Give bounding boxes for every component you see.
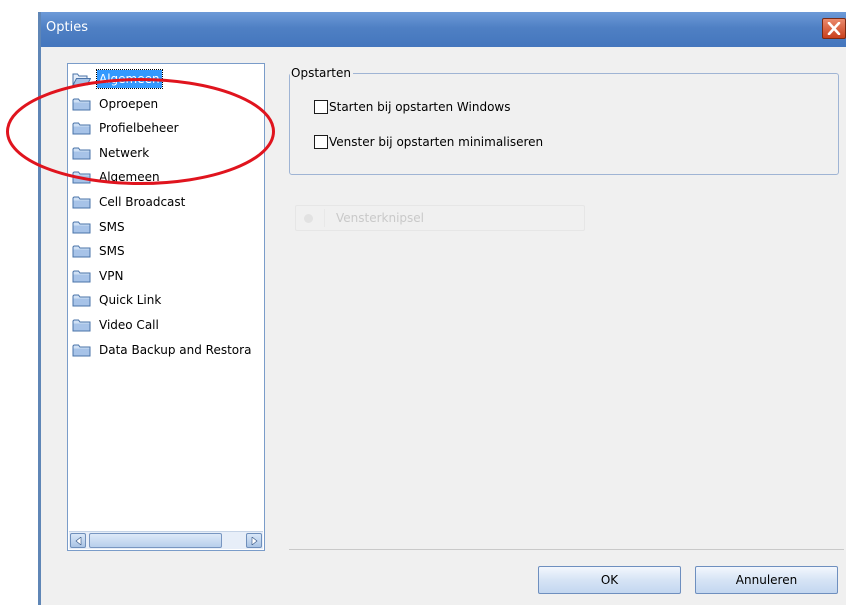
close-button[interactable] [822, 18, 846, 39]
folder-icon [72, 244, 91, 258]
folder-icon [72, 293, 91, 307]
cancel-button[interactable]: Annuleren [695, 566, 838, 594]
tree-item-label: Quick Link [99, 293, 162, 308]
tree-item-label: Data Backup and Restora [99, 342, 252, 357]
tree-item-label: Netwerk [99, 145, 150, 160]
scroll-left-button[interactable] [70, 533, 86, 548]
arrow-right-icon [251, 537, 258, 545]
scroll-right-button[interactable] [246, 533, 262, 548]
tree-item-label: Cell Broadcast [99, 195, 186, 209]
folder-icon [72, 170, 91, 184]
folder-open-icon [72, 72, 92, 86]
folder-icon [72, 121, 91, 135]
tree-item-label: Video Call [99, 318, 159, 332]
folder-icon [72, 269, 91, 283]
folder-icon [72, 318, 91, 332]
window-title: Opties [46, 20, 88, 35]
category-tree[interactable]: Algemeen Oproepen Profielbeheer Netwerk Alge… [67, 63, 265, 551]
tree-item-label: Profielbeheer [99, 121, 179, 136]
start-with-windows-label: Starten bij opstarten Windows [329, 100, 511, 114]
button-separator [289, 549, 844, 550]
groupbox-title: Opstarten [290, 66, 353, 80]
window-snip-label: Vensterknipsel [336, 211, 425, 225]
tree-item-label: Algemeen [96, 69, 163, 89]
folder-icon [72, 343, 91, 357]
horizontal-scrollbar[interactable] [69, 531, 263, 549]
minimize-on-start-label: Venster bij opstarten minimaliseren [329, 135, 544, 149]
startup-groupbox: Opstarten Starten bij opstarten Windows … [289, 66, 839, 175]
window-snip-option: Vensterknipsel [295, 205, 585, 231]
tree-item-label: Oproepen [99, 96, 159, 111]
tree-item-label: SMS [99, 244, 125, 259]
options-dialog: Opties Algemeen Oproepen Profielbeheer Netw… [38, 12, 846, 605]
minimize-on-start-checkbox[interactable] [314, 135, 328, 149]
scroll-thumb[interactable] [89, 533, 222, 548]
arrow-left-icon [75, 537, 82, 545]
title-bar[interactable]: Opties [41, 12, 846, 47]
folder-icon [72, 220, 91, 234]
window-snip-separator [324, 209, 325, 227]
tree-item-label: VPN [99, 268, 124, 283]
folder-icon [72, 146, 91, 160]
start-with-windows-checkbox[interactable] [314, 100, 328, 114]
tree-item-label: SMS [99, 219, 125, 234]
folder-icon [72, 195, 91, 209]
window-snip-radio [304, 214, 313, 223]
ok-button[interactable]: OK [538, 566, 681, 594]
close-icon [827, 22, 841, 35]
tree-item-label: Algemeen [99, 170, 160, 185]
folder-icon [72, 97, 91, 111]
